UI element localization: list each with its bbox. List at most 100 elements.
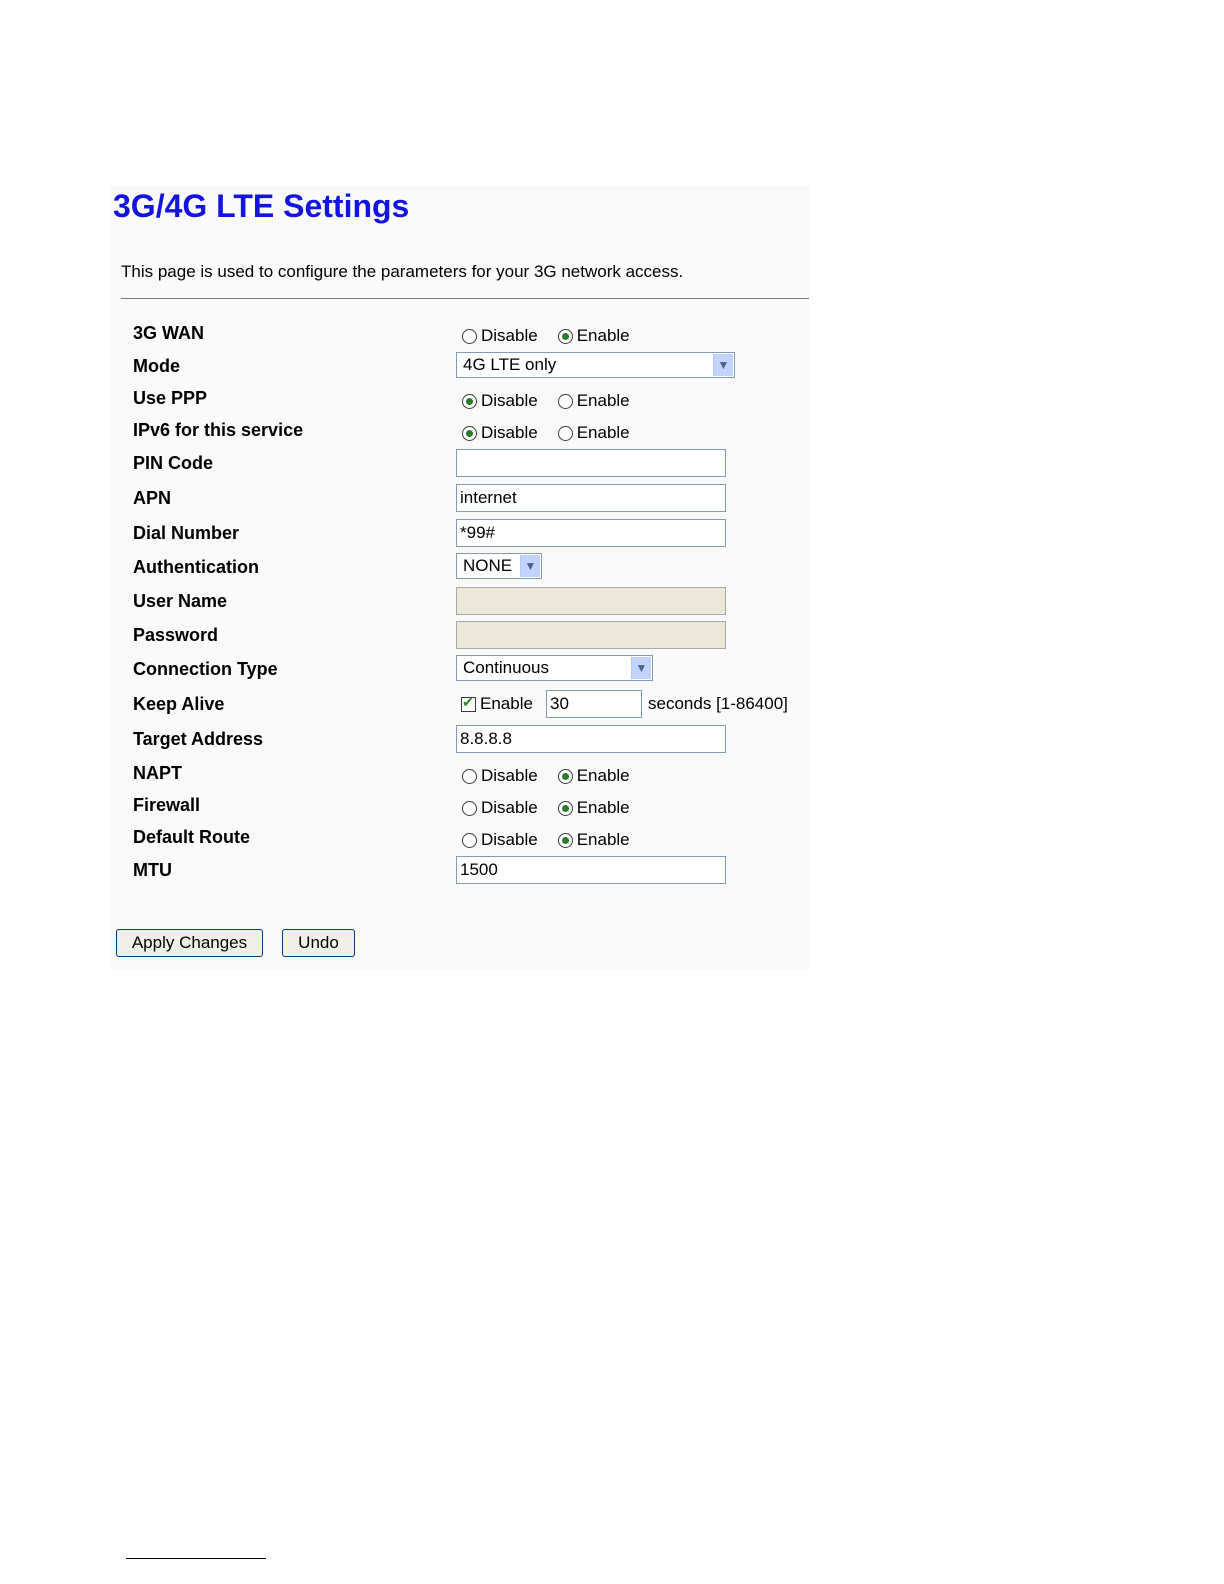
connection-type-label: Connection Type — [133, 659, 278, 679]
firewall-disable-label: Disable — [481, 798, 538, 817]
chevron-down-icon[interactable]: ▼ — [631, 657, 651, 679]
keep-alive-seconds-input[interactable]: 30 — [546, 690, 642, 718]
ipv6-disable-option[interactable]: Disable — [462, 423, 538, 443]
default-route-disable-option[interactable]: Disable — [462, 830, 538, 850]
ipv6-disable-radio[interactable] — [462, 425, 477, 441]
use-ppp-enable-label: Enable — [576, 391, 630, 410]
divider — [121, 298, 809, 299]
default-route-enable-radio[interactable] — [557, 832, 573, 848]
apn-input[interactable]: internet — [456, 484, 726, 512]
napt-label: NAPT — [133, 763, 182, 783]
ipv6-radio-group: Disable Enable — [462, 416, 650, 450]
firewall-disable-radio[interactable] — [462, 800, 477, 816]
keep-alive-hint: seconds [1-86400] — [648, 687, 788, 721]
connection-type-select-value: Continuous — [463, 658, 550, 677]
default-route-enable-label: Enable — [576, 830, 630, 849]
mode-select-value: 4G LTE only — [463, 355, 557, 374]
connection-type-select[interactable]: Continuous ▼ — [456, 655, 653, 681]
default-route-label: Default Route — [133, 827, 250, 847]
firewall-enable-radio[interactable] — [557, 800, 573, 816]
authentication-select-value: NONE — [463, 556, 513, 575]
firewall-enable-label: Enable — [576, 798, 630, 817]
wan-enable-radio[interactable] — [557, 328, 573, 344]
target-address-input[interactable]: 8.8.8.8 — [456, 725, 726, 753]
wan-row: 3G WAN Disable Enable — [0, 316, 1224, 350]
default-route-row: Default Route Disable Enable — [0, 820, 1224, 854]
use-ppp-label: Use PPP — [133, 388, 208, 408]
use-ppp-enable-radio[interactable] — [557, 393, 573, 409]
wan-disable-option[interactable]: Disable — [462, 326, 538, 346]
wan-radio-group: Disable Enable — [462, 319, 650, 353]
mtu-label: MTU — [133, 860, 172, 880]
mode-row: Mode 4G LTE only ▼ — [0, 349, 1224, 383]
ipv6-enable-label: Enable — [576, 423, 630, 442]
page-description: This page is used to configure the param… — [121, 262, 684, 281]
napt-enable-option[interactable]: Enable — [557, 766, 630, 786]
password-row: Password — [0, 618, 1224, 652]
connection-type-row: Connection Type Continuous ▼ — [0, 652, 1224, 686]
mode-label: Mode — [133, 356, 180, 376]
napt-enable-radio[interactable] — [557, 768, 573, 784]
mtu-input[interactable]: 1500 — [456, 856, 726, 884]
authentication-row: Authentication NONE ▼ — [0, 550, 1224, 584]
napt-row: NAPT Disable Enable — [0, 756, 1224, 790]
wan-label: 3G WAN — [133, 323, 205, 343]
user-name-input[interactable] — [456, 587, 726, 615]
mtu-row: MTU 1500 — [0, 853, 1224, 887]
default-route-enable-option[interactable]: Enable — [557, 830, 630, 850]
use-ppp-enable-option[interactable]: Enable — [557, 391, 630, 411]
napt-disable-option[interactable]: Disable — [462, 766, 538, 786]
ipv6-enable-option[interactable]: Enable — [557, 423, 630, 443]
keep-alive-label: Keep Alive — [133, 694, 225, 714]
default-route-disable-radio[interactable] — [462, 832, 477, 848]
ipv6-disable-label: Disable — [481, 423, 538, 442]
authentication-label: Authentication — [133, 557, 259, 577]
use-ppp-row: Use PPP Disable Enable — [0, 381, 1224, 415]
target-address-row: Target Address 8.8.8.8 — [0, 722, 1224, 756]
default-route-radio-group: Disable Enable — [462, 823, 650, 857]
ipv6-label: IPv6 for this service — [133, 420, 304, 440]
napt-disable-radio[interactable] — [462, 768, 477, 784]
ipv6-enable-radio[interactable] — [557, 425, 573, 441]
use-ppp-disable-radio[interactable] — [462, 393, 477, 409]
keep-alive-checkbox[interactable] — [461, 694, 476, 712]
dial-number-label: Dial Number — [133, 523, 240, 543]
use-ppp-disable-option[interactable]: Disable — [462, 391, 538, 411]
firewall-label: Firewall — [133, 795, 201, 815]
password-label: Password — [133, 625, 219, 645]
wan-enable-label: Enable — [576, 326, 630, 345]
firewall-disable-option[interactable]: Disable — [462, 798, 538, 818]
pin-code-label: PIN Code — [133, 453, 214, 473]
wan-enable-option[interactable]: Enable — [557, 326, 630, 346]
mode-select[interactable]: 4G LTE only ▼ — [456, 352, 735, 378]
keep-alive-enable-label: Enable — [480, 694, 533, 713]
page-title: 3G/4G LTE Settings — [113, 188, 410, 224]
keep-alive-controls: Enable — [461, 687, 533, 721]
firewall-row: Firewall Disable Enable — [0, 788, 1224, 822]
keep-alive-unit: seconds — [648, 694, 712, 713]
footnote-divider — [126, 1558, 266, 1559]
use-ppp-disable-label: Disable — [481, 391, 538, 410]
apn-row: APN internet — [0, 481, 1224, 515]
wan-disable-radio[interactable] — [462, 328, 477, 344]
pin-code-input[interactable] — [456, 449, 726, 477]
password-input[interactable] — [456, 621, 726, 649]
dial-number-input[interactable]: *99# — [456, 519, 726, 547]
apply-changes-button[interactable]: Apply Changes — [116, 929, 263, 957]
keep-alive-range: [1-86400] — [716, 694, 788, 713]
undo-button[interactable]: Undo — [282, 929, 355, 957]
apn-label: APN — [133, 488, 172, 508]
ipv6-row: IPv6 for this service Disable Enable — [0, 413, 1224, 447]
authentication-select[interactable]: NONE ▼ — [456, 553, 542, 579]
napt-enable-label: Enable — [576, 766, 630, 785]
default-route-disable-label: Disable — [481, 830, 538, 849]
user-name-row: User Name — [0, 584, 1224, 618]
keep-alive-row: Keep Alive Enable 30 seconds [1-86400] — [0, 687, 1224, 721]
chevron-down-icon[interactable]: ▼ — [520, 555, 540, 577]
user-name-label: User Name — [133, 591, 228, 611]
pin-code-row: PIN Code — [0, 446, 1224, 480]
chevron-down-icon[interactable]: ▼ — [713, 354, 733, 376]
firewall-enable-option[interactable]: Enable — [557, 798, 630, 818]
dial-number-row: Dial Number *99# — [0, 516, 1224, 550]
napt-disable-label: Disable — [481, 766, 538, 785]
